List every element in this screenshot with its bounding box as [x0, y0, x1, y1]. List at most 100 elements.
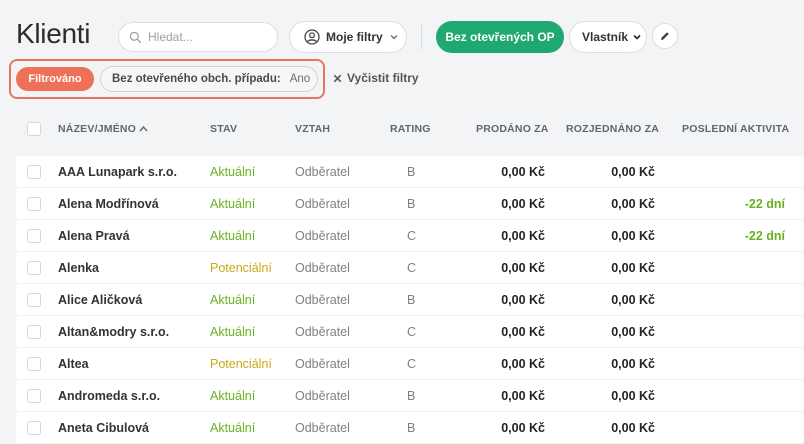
client-rating: C	[407, 325, 417, 339]
search-input[interactable]	[148, 30, 268, 44]
client-state: Aktuální	[210, 197, 256, 211]
client-negotiated: 0,00 Kč	[611, 229, 655, 243]
clients-table: NÁZEV/JMÉNO STAV VZTAH RATING PRODÁNO ZA…	[16, 110, 804, 444]
client-sold: 0,00 Kč	[501, 165, 545, 179]
client-negotiated: 0,00 Kč	[611, 357, 655, 371]
row-checkbox[interactable]	[27, 229, 41, 243]
client-relation: Odběratel	[295, 261, 350, 275]
client-sold: 0,00 Kč	[501, 389, 545, 403]
no-open-deals-button[interactable]: Bez otevřených OP	[436, 21, 564, 53]
client-rating: B	[407, 293, 416, 307]
filter-chip-name: Bez otevřeného obch. případu:	[112, 73, 281, 85]
column-header-sold[interactable]: PRODÁNO ZA	[476, 123, 549, 135]
client-relation: Odběratel	[295, 389, 350, 403]
client-last-activity: -22 dní	[744, 229, 785, 243]
client-name[interactable]: Altan&modry s.r.o.	[58, 325, 169, 339]
client-relation: Odběratel	[295, 165, 350, 179]
client-rating: B	[407, 421, 416, 435]
toolbar-divider	[421, 24, 422, 50]
client-state: Potenciální	[210, 357, 272, 371]
search-icon	[129, 31, 142, 43]
client-name[interactable]: Altea	[58, 357, 89, 371]
close-icon	[333, 74, 342, 82]
client-rating: B	[407, 165, 416, 179]
user-circle-icon	[304, 29, 320, 45]
column-header-rating[interactable]: RATING	[390, 123, 431, 135]
my-filters-button[interactable]: Moje filtry	[289, 21, 407, 53]
client-state: Aktuální	[210, 389, 256, 403]
search-box[interactable]	[118, 22, 278, 52]
client-sold: 0,00 Kč	[501, 261, 545, 275]
table-row[interactable]: Alenka Potenciální Odběratel C 0,00 Kč 0,00 K…	[16, 252, 804, 283]
client-name[interactable]: Aneta Cibulová	[58, 421, 149, 435]
client-sold: 0,00 Kč	[501, 197, 545, 211]
clear-filters-button[interactable]: Vyčistit filtry	[333, 71, 419, 85]
client-name[interactable]: Alena Modřínová	[58, 197, 159, 211]
client-sold: 0,00 Kč	[501, 357, 545, 371]
client-relation: Odběratel	[295, 421, 350, 435]
client-relation: Odběratel	[295, 325, 350, 339]
client-rating: B	[407, 197, 416, 211]
table-row[interactable]: Andromeda s.r.o. Aktuální Odběratel B 0,00 K…	[16, 380, 804, 411]
table-row[interactable]: Alena Modřínová Aktuální Odběratel B 0,00 Kč…	[16, 188, 804, 219]
owner-label: Vlastník	[582, 30, 629, 44]
column-header-relation[interactable]: VZTAH	[295, 123, 330, 135]
client-relation: Odběratel	[295, 357, 350, 371]
client-negotiated: 0,00 Kč	[611, 389, 655, 403]
client-sold: 0,00 Kč	[501, 421, 545, 435]
edit-button[interactable]	[652, 23, 678, 49]
row-checkbox[interactable]	[27, 389, 41, 403]
table-row[interactable]: Alena Pravá Aktuální Odběratel C 0,00 Kč 0,00…	[16, 220, 804, 251]
chevron-down-icon	[390, 35, 398, 40]
row-checkbox[interactable]	[27, 325, 41, 339]
table-row[interactable]: Aneta Cibulová Aktuální Odběratel B 0,00 Kč 0…	[16, 412, 804, 443]
client-relation: Odběratel	[295, 197, 350, 211]
owner-dropdown[interactable]: Vlastník	[569, 21, 647, 53]
column-header-name-label: NÁZEV/JMÉNO	[58, 123, 137, 135]
client-negotiated: 0,00 Kč	[611, 197, 655, 211]
column-header-last-activity[interactable]: POSLEDNÍ AKTIVITA	[682, 123, 789, 135]
client-state: Aktuální	[210, 325, 256, 339]
select-all-checkbox[interactable]	[27, 122, 41, 136]
my-filters-label: Moje filtry	[326, 30, 383, 44]
row-checkbox[interactable]	[27, 197, 41, 211]
filter-chip-value: Ano	[289, 73, 311, 85]
client-name[interactable]: AAA Lunapark s.r.o.	[58, 165, 177, 179]
column-header-name[interactable]: NÁZEV/JMÉNO	[58, 123, 148, 135]
client-rating: B	[407, 389, 416, 403]
client-negotiated: 0,00 Kč	[611, 165, 655, 179]
row-checkbox[interactable]	[27, 421, 41, 435]
client-name[interactable]: Alenka	[58, 261, 99, 275]
client-state: Aktuální	[210, 165, 256, 179]
filtered-badge: Filtrováno	[16, 67, 94, 91]
sort-asc-icon	[139, 125, 148, 132]
client-sold: 0,00 Kč	[501, 229, 545, 243]
table-row[interactable]: Altan&modry s.r.o. Aktuální Odběratel C 0,00…	[16, 316, 804, 347]
page-title: Klienti	[16, 18, 91, 49]
table-row[interactable]: Altea Potenciální Odběratel C 0,00 Kč 0,00 Kč	[16, 348, 804, 379]
client-state: Aktuální	[210, 229, 256, 243]
client-name[interactable]: Alena Pravá	[58, 229, 130, 243]
pencil-icon	[661, 32, 669, 40]
row-checkbox[interactable]	[27, 293, 41, 307]
clear-filters-label: Vyčistit filtry	[347, 71, 419, 85]
client-name[interactable]: Alice Aličková	[58, 293, 142, 307]
client-sold: 0,00 Kč	[501, 293, 545, 307]
client-negotiated: 0,00 Kč	[611, 261, 655, 275]
filter-chip-no-open-deal[interactable]: Bez otevřeného obch. případu: Ano	[100, 66, 318, 92]
row-checkbox[interactable]	[27, 261, 41, 275]
client-sold: 0,00 Kč	[501, 325, 545, 339]
row-checkbox[interactable]	[27, 357, 41, 371]
client-state: Aktuální	[210, 421, 256, 435]
client-state: Potenciální	[210, 261, 272, 275]
table-row[interactable]: AAA Lunapark s.r.o. Aktuální Odběratel B 0,0…	[16, 156, 804, 187]
client-negotiated: 0,00 Kč	[611, 421, 655, 435]
table-row[interactable]: Alice Aličková Aktuální Odběratel B 0,00 Kč 0…	[16, 284, 804, 315]
client-last-activity: -22 dní	[744, 197, 785, 211]
client-negotiated: 0,00 Kč	[611, 325, 655, 339]
client-negotiated: 0,00 Kč	[611, 293, 655, 307]
row-checkbox[interactable]	[27, 165, 41, 179]
column-header-state[interactable]: STAV	[210, 123, 237, 135]
column-header-negotiated[interactable]: ROZJEDNÁNO ZA	[566, 123, 659, 135]
client-name[interactable]: Andromeda s.r.o.	[58, 389, 160, 403]
